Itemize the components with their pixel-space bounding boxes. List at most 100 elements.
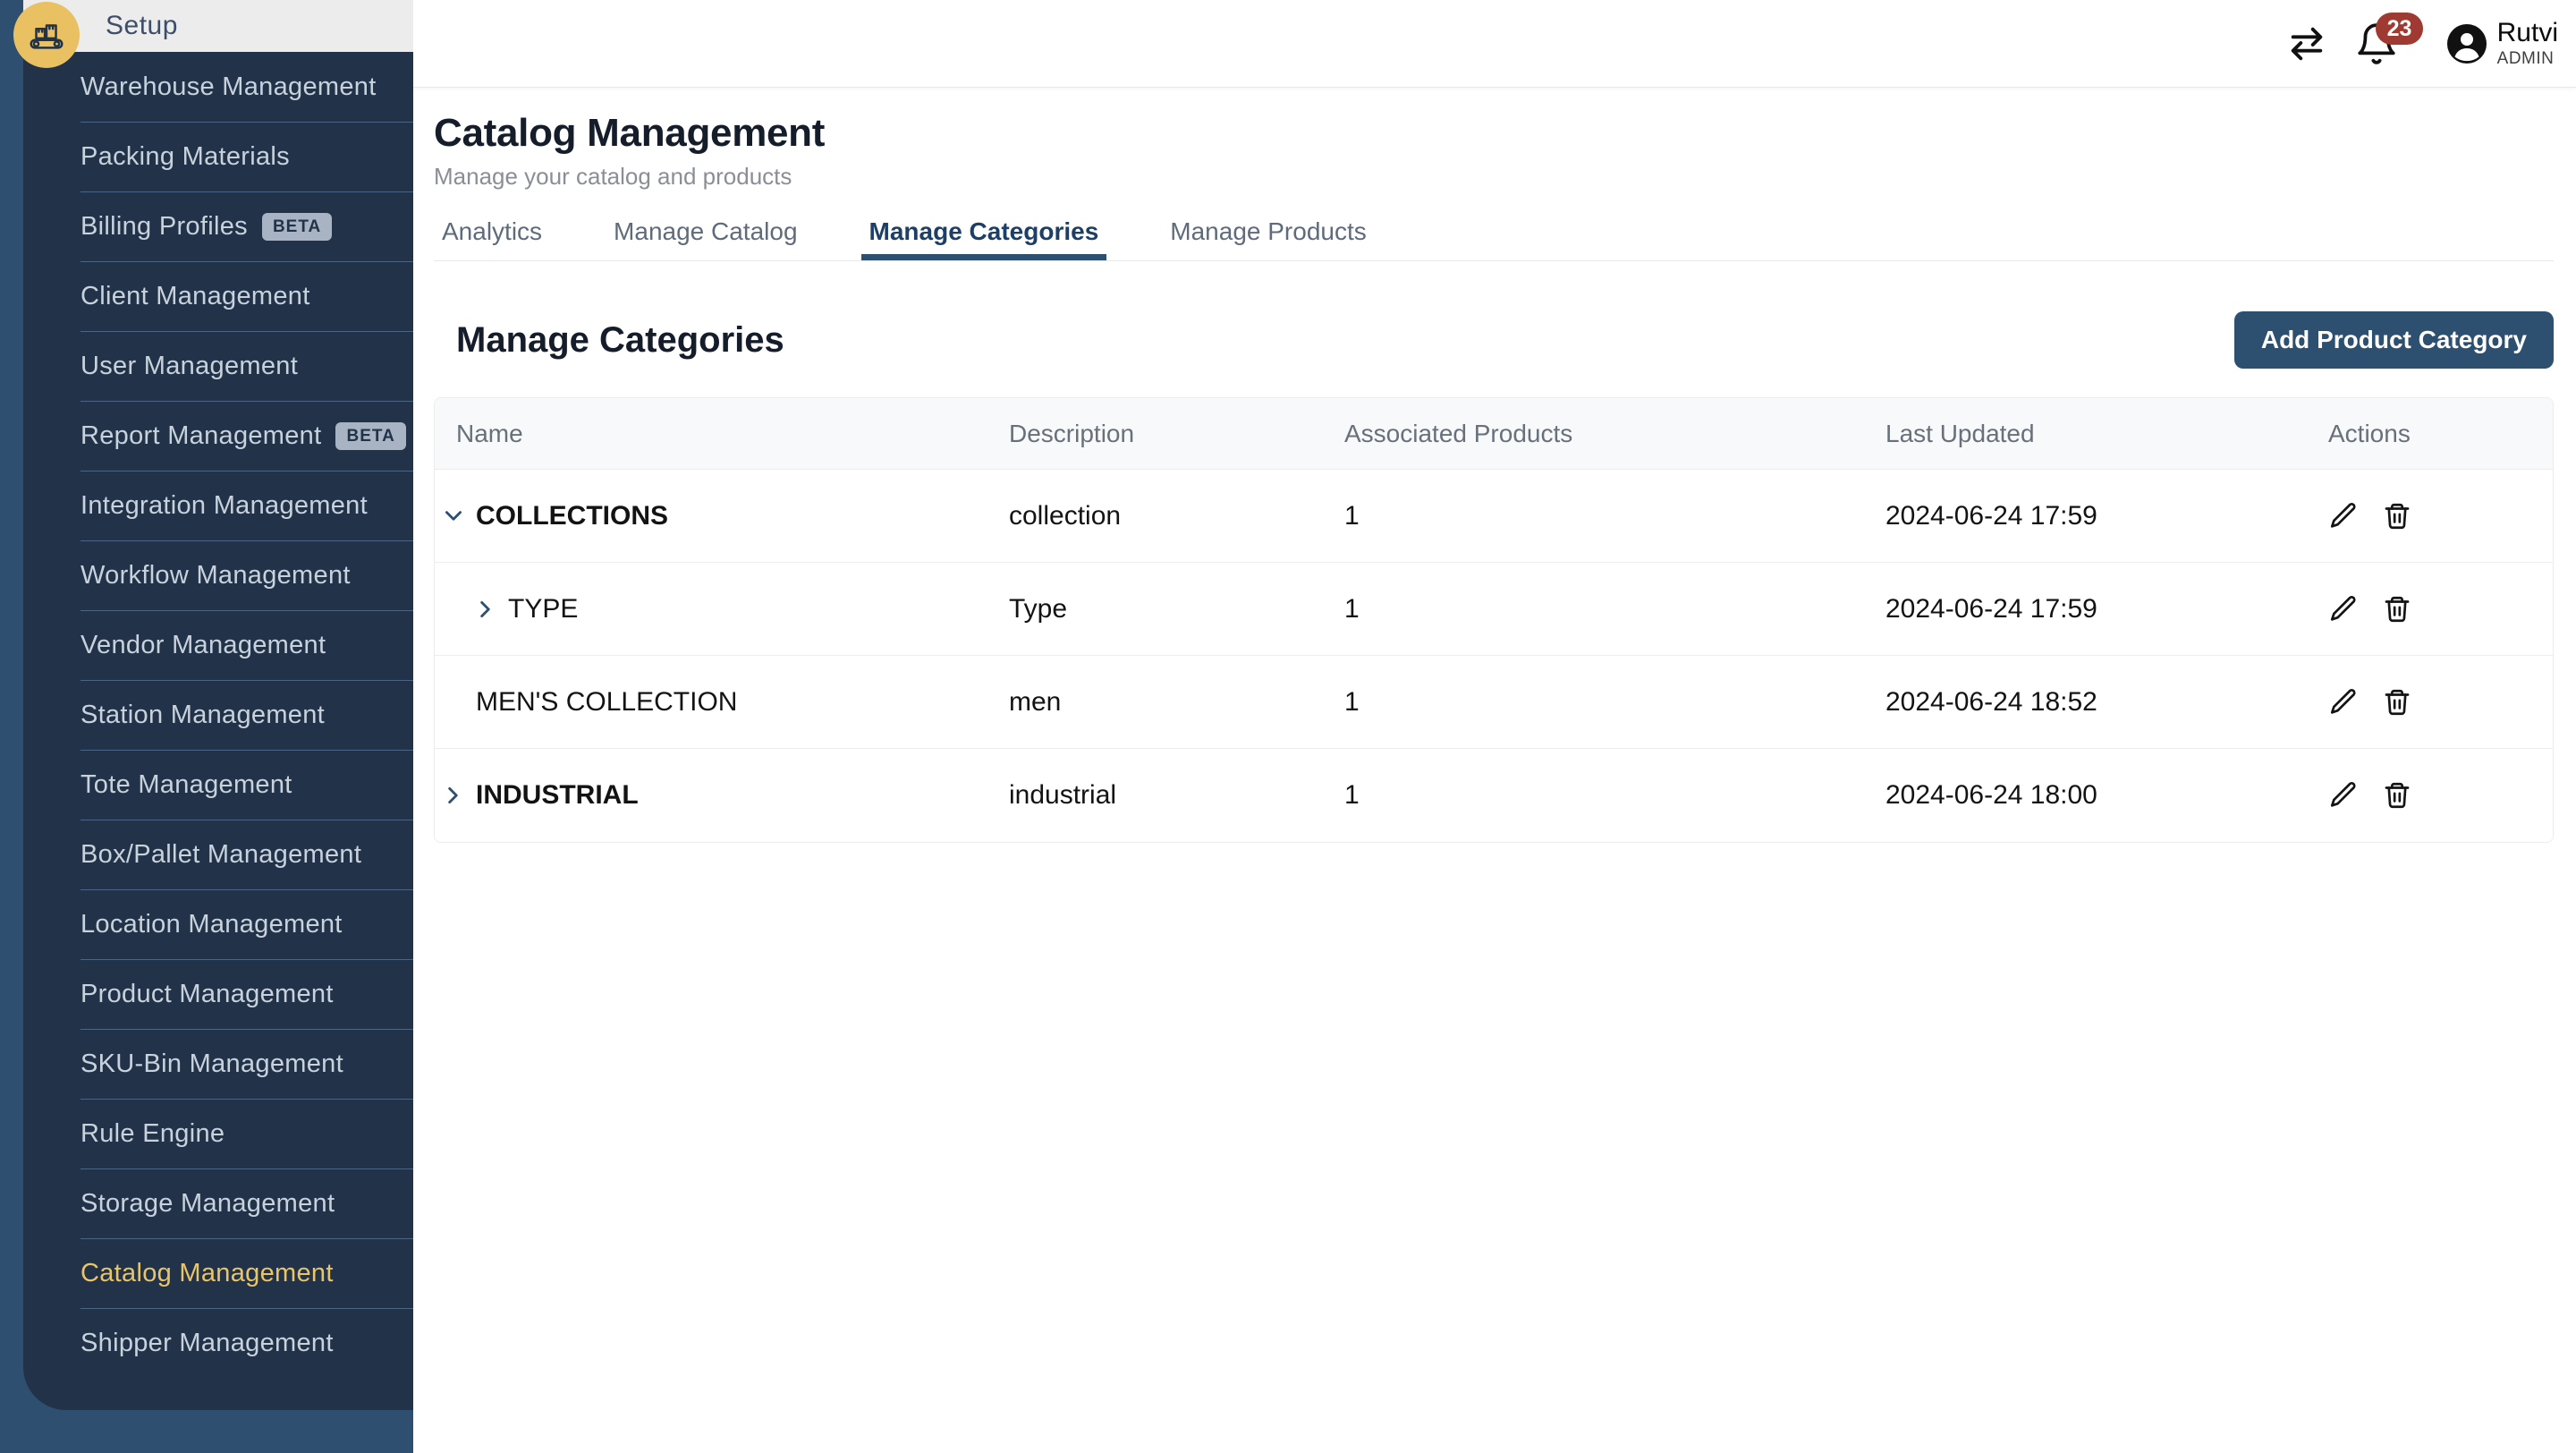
sidebar-item-label: SKU-Bin Management	[80, 1049, 343, 1079]
sidebar-item-label: Location Management	[80, 910, 343, 939]
main-area: 23 Rutvi ADMIN Catalog Management Manage…	[413, 0, 2576, 1453]
sidebar-item[interactable]: Rule Engine	[23, 1099, 413, 1168]
associated-products-count: 1	[1343, 687, 1884, 718]
notification-badge: 23	[2376, 13, 2424, 45]
sidebar-item-label: Warehouse Management	[80, 72, 377, 102]
conveyor-icon	[13, 2, 80, 68]
delete-icon[interactable]	[2382, 594, 2412, 625]
content: Catalog Management Manage your catalog a…	[413, 88, 2576, 843]
sidebar-item-label: User Management	[80, 352, 298, 381]
associated-products-count: 1	[1343, 501, 1884, 531]
chevron-right-icon[interactable]	[442, 784, 465, 807]
sidebar-item[interactable]: SKU-Bin Management	[23, 1029, 413, 1099]
sidebar-item-label: Report Management	[80, 421, 321, 451]
bell-icon[interactable]: 23	[2354, 21, 2399, 66]
sidebar-item-label: Billing Profiles	[80, 212, 248, 242]
sidebar-item-label: Integration Management	[80, 491, 368, 521]
sidebar-item[interactable]: Tote Management	[23, 750, 413, 820]
categories-table: NameDescriptionAssociated ProductsLast U…	[434, 397, 2554, 843]
column-header: Description	[1007, 420, 1343, 448]
table-body: COLLECTIONS collection 1 2024-06-24 17:5…	[435, 470, 2553, 842]
topbar: 23 Rutvi ADMIN	[413, 0, 2576, 88]
table-row: MEN'S COLLECTION men 1 2024-06-24 18:52	[435, 656, 2553, 749]
associated-products-count: 1	[1343, 594, 1884, 625]
category-description: men	[1007, 687, 1343, 718]
setup-title: Setup	[106, 11, 178, 41]
sidebar-item[interactable]: Report Management BETA	[23, 401, 413, 471]
sidebar-item[interactable]: Shipper Management	[23, 1308, 413, 1378]
sidebar-item[interactable]: Vendor Management	[23, 610, 413, 680]
sidebar-item[interactable]: Location Management	[23, 889, 413, 959]
section-row: Manage Categories Add Product Category	[434, 311, 2554, 369]
sidebar-nav: Warehouse Management Packing Materials B…	[23, 52, 413, 1378]
sidebar-item-label: Rule Engine	[80, 1119, 225, 1149]
column-header: Actions	[2326, 420, 2553, 448]
page-title: Catalog Management	[434, 111, 2554, 156]
chevron-right-icon[interactable]	[474, 598, 497, 621]
column-header: Associated Products	[1343, 420, 1884, 448]
sidebar-item[interactable]: Client Management	[23, 261, 413, 331]
table-header: NameDescriptionAssociated ProductsLast U…	[435, 398, 2553, 470]
section-heading: Manage Categories	[456, 320, 784, 361]
delete-icon[interactable]	[2382, 780, 2412, 811]
sidebar-item[interactable]: Product Management	[23, 959, 413, 1029]
sidebar-item-label: Packing Materials	[80, 142, 290, 172]
category-name: COLLECTIONS	[476, 501, 668, 531]
beta-badge: BETA	[262, 213, 332, 241]
sidebar-header: Setup	[23, 0, 413, 52]
tab-manage-catalog[interactable]: Manage Catalog	[606, 217, 805, 260]
sidebar-item[interactable]: Storage Management	[23, 1168, 413, 1238]
tab-analytics[interactable]: Analytics	[434, 217, 550, 260]
sidebar-item[interactable]: Billing Profiles BETA	[23, 191, 413, 261]
last-updated: 2024-06-24 17:59	[1884, 594, 2326, 625]
user-name: Rutvi	[2497, 18, 2558, 49]
chevron-down-icon[interactable]	[442, 505, 465, 528]
delete-icon[interactable]	[2382, 501, 2412, 531]
user-role: ADMIN	[2497, 49, 2558, 69]
sidebar-item-label: Box/Pallet Management	[80, 840, 361, 870]
category-description: Type	[1007, 594, 1343, 625]
sidebar-item-label: Tote Management	[80, 770, 292, 800]
sidebar-item[interactable]: Box/Pallet Management	[23, 820, 413, 889]
app-window: Setup Warehouse Management Packing Mater…	[0, 0, 2576, 1453]
column-header: Name	[435, 420, 1007, 448]
associated-products-count: 1	[1343, 780, 1884, 811]
category-name: TYPE	[508, 594, 578, 625]
sidebar-item[interactable]: Warehouse Management	[23, 52, 413, 122]
category-description: industrial	[1007, 780, 1343, 811]
table-row: COLLECTIONS collection 1 2024-06-24 17:5…	[435, 470, 2553, 563]
delete-icon[interactable]	[2382, 687, 2412, 718]
table-row: TYPE Type 1 2024-06-24 17:59	[435, 563, 2553, 656]
user-block: Rutvi ADMIN	[2497, 18, 2558, 68]
tab-manage-products[interactable]: Manage Products	[1162, 217, 1374, 260]
add-product-category-button[interactable]: Add Product Category	[2234, 311, 2554, 369]
sidebar-item-label: Storage Management	[80, 1189, 335, 1219]
edit-icon[interactable]	[2328, 687, 2359, 718]
sidebar-item-label: Workflow Management	[80, 561, 351, 591]
sidebar-item[interactable]: Station Management	[23, 680, 413, 750]
sidebar-item[interactable]: Workflow Management	[23, 540, 413, 610]
category-name: INDUSTRIAL	[476, 780, 639, 811]
sidebar-item-label: Client Management	[80, 282, 310, 311]
sidebar-item-label: Product Management	[80, 980, 334, 1009]
edit-icon[interactable]	[2328, 594, 2359, 625]
sidebar-item-label: Catalog Management	[80, 1259, 334, 1288]
edit-icon[interactable]	[2328, 501, 2359, 531]
sidebar-item-label: Shipper Management	[80, 1329, 334, 1358]
table-row: INDUSTRIAL industrial 1 2024-06-24 18:00	[435, 749, 2553, 842]
edit-icon[interactable]	[2328, 780, 2359, 811]
avatar-icon[interactable]	[2445, 22, 2488, 65]
swap-icon[interactable]	[2286, 23, 2327, 64]
beta-badge: BETA	[335, 422, 405, 450]
tab-manage-categories[interactable]: Manage Categories	[861, 217, 1107, 260]
sidebar-item[interactable]: Catalog Management	[23, 1238, 413, 1308]
sidebar-item[interactable]: Integration Management	[23, 471, 413, 540]
sidebar-item[interactable]: Packing Materials	[23, 122, 413, 191]
sidebar: Setup Warehouse Management Packing Mater…	[0, 0, 413, 1453]
category-name: MEN'S COLLECTION	[476, 687, 737, 718]
sidebar-item[interactable]: User Management	[23, 331, 413, 401]
sidebar-item-label: Station Management	[80, 701, 325, 730]
category-description: collection	[1007, 501, 1343, 531]
last-updated: 2024-06-24 18:52	[1884, 687, 2326, 718]
tab-bar: Analytics Manage Catalog Manage Categories…	[434, 217, 2554, 261]
